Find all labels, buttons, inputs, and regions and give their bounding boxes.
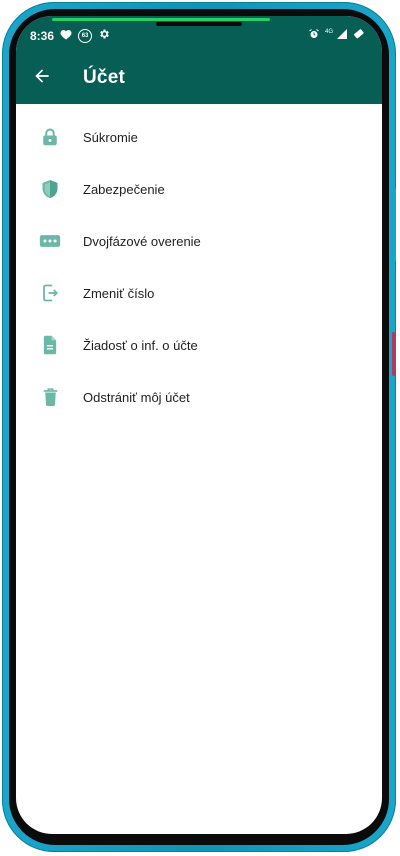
menu-label: Odstrániť môj účet bbox=[83, 389, 190, 405]
signal-icon bbox=[336, 28, 348, 43]
menu-item-two-step[interactable]: Dvojfázové overenie bbox=[16, 215, 382, 267]
gear-icon bbox=[98, 28, 110, 43]
status-time: 8:36 bbox=[30, 28, 55, 43]
document-icon bbox=[16, 335, 84, 355]
menu-label: Žiadosť o inf. o účte bbox=[83, 337, 198, 353]
menu-item-delete-account[interactable]: Odstrániť môj účet bbox=[16, 371, 382, 423]
speaker-grille bbox=[156, 22, 242, 26]
back-button[interactable] bbox=[16, 52, 68, 104]
arrow-left-icon bbox=[32, 66, 52, 91]
app-bar: Účet bbox=[16, 52, 382, 104]
heart-icon bbox=[60, 29, 72, 43]
power-button bbox=[392, 332, 396, 376]
menu-label: Súkromie bbox=[83, 129, 138, 145]
screen: 8:36 63 4G Účet Súkromie Zabezpečenie Dv… bbox=[16, 16, 382, 834]
menu-item-request-info[interactable]: Žiadosť o inf. o účte bbox=[16, 319, 382, 371]
password-dots-icon bbox=[16, 234, 84, 248]
status-right: 4G bbox=[308, 28, 366, 43]
menu-label: Dvojfázové overenie bbox=[83, 233, 201, 249]
network-type: 4G bbox=[324, 28, 333, 35]
status-left: 8:36 63 bbox=[30, 28, 110, 43]
menu-item-security[interactable]: Zabezpečenie bbox=[16, 163, 382, 215]
page-title: Účet bbox=[83, 67, 125, 88]
settings-list: Súkromie Zabezpečenie Dvojfázové overeni… bbox=[16, 104, 382, 423]
alarm-icon bbox=[308, 28, 320, 43]
volume-button bbox=[392, 188, 396, 262]
menu-item-change-number[interactable]: Zmeniť číslo bbox=[16, 267, 382, 319]
menu-item-privacy[interactable]: Súkromie bbox=[16, 111, 382, 163]
battery-icon bbox=[353, 28, 366, 43]
lock-icon bbox=[16, 127, 84, 147]
change-number-icon bbox=[16, 283, 84, 303]
battery-badge: 63 bbox=[78, 28, 93, 43]
trash-icon bbox=[16, 388, 84, 406]
menu-label: Zmeniť číslo bbox=[83, 285, 155, 301]
menu-label: Zabezpečenie bbox=[83, 181, 165, 197]
status-progress-bar bbox=[52, 18, 271, 21]
shield-icon bbox=[16, 179, 84, 199]
